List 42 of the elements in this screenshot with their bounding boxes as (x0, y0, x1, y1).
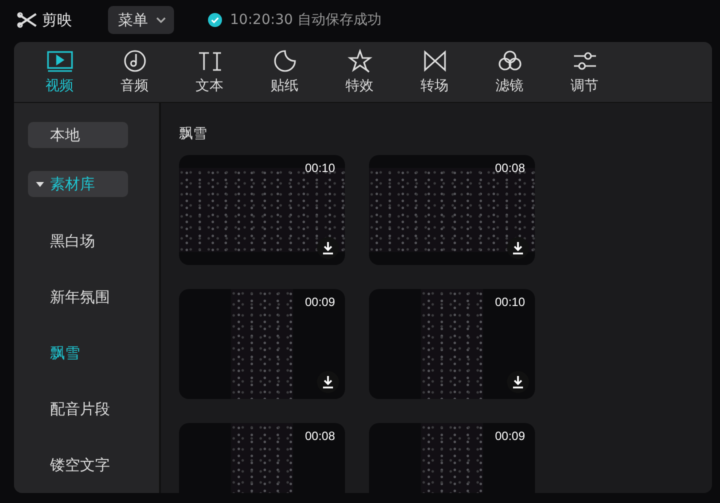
download-icon[interactable] (507, 237, 529, 259)
download-icon[interactable] (317, 371, 339, 393)
filter-icon (496, 49, 524, 73)
duration-label: 00:09 (304, 295, 335, 309)
tab[interactable]: 文本 (172, 42, 247, 102)
duration-label: 00:09 (494, 429, 525, 443)
download-icon[interactable] (507, 371, 529, 393)
sidebar-item[interactable]: 黑白场 (28, 213, 95, 269)
video-thumbnail[interactable]: 00:10 (179, 155, 345, 265)
video-thumbnail[interactable]: 00:09 (179, 289, 345, 399)
tab[interactable]: 音频 (97, 42, 172, 102)
sidebar-group[interactable]: 素材库 (28, 171, 128, 197)
video-thumbnail[interactable]: 00:08 (179, 423, 345, 493)
app-name: 剪映 (42, 10, 72, 30)
tab[interactable]: 转场 (397, 42, 472, 102)
caret-down-icon (36, 180, 44, 188)
menu-dropdown[interactable]: 菜单 (108, 6, 174, 34)
check-circle-icon (208, 13, 222, 27)
sidebar-item[interactable]: 镂空文字 (28, 437, 110, 493)
tab[interactable]: 特效 (322, 42, 397, 102)
tab[interactable]: 调节 (547, 42, 622, 102)
section-heading: 飘雪 (179, 125, 208, 143)
tab[interactable]: 贴纸 (247, 42, 322, 102)
sidebar-item[interactable]: 飘雪 (28, 325, 80, 381)
tab[interactable]: 滤镜 (472, 42, 547, 102)
video-thumbnail[interactable]: 00:10 (369, 289, 535, 399)
logo-icon (16, 12, 38, 28)
chevron-down-icon (156, 17, 166, 23)
sidebar-item[interactable]: 新年氛围 (28, 269, 110, 325)
save-status: 10:20:30 自动保存成功 (230, 11, 382, 29)
duration-label: 00:08 (304, 429, 335, 443)
video-icon (46, 49, 74, 73)
duration-label: 00:10 (304, 161, 335, 175)
duration-label: 00:10 (494, 295, 525, 309)
duration-label: 00:08 (494, 161, 525, 175)
effects-icon (346, 49, 374, 73)
sidebar-item[interactable]: 配音片段 (28, 381, 110, 437)
sidebar-item[interactable]: 本地 (28, 122, 128, 148)
video-thumbnail[interactable]: 00:09 (369, 423, 535, 493)
download-icon[interactable] (317, 237, 339, 259)
tab[interactable]: 视频 (22, 42, 97, 102)
video-thumbnail[interactable]: 00:08 (369, 155, 535, 265)
